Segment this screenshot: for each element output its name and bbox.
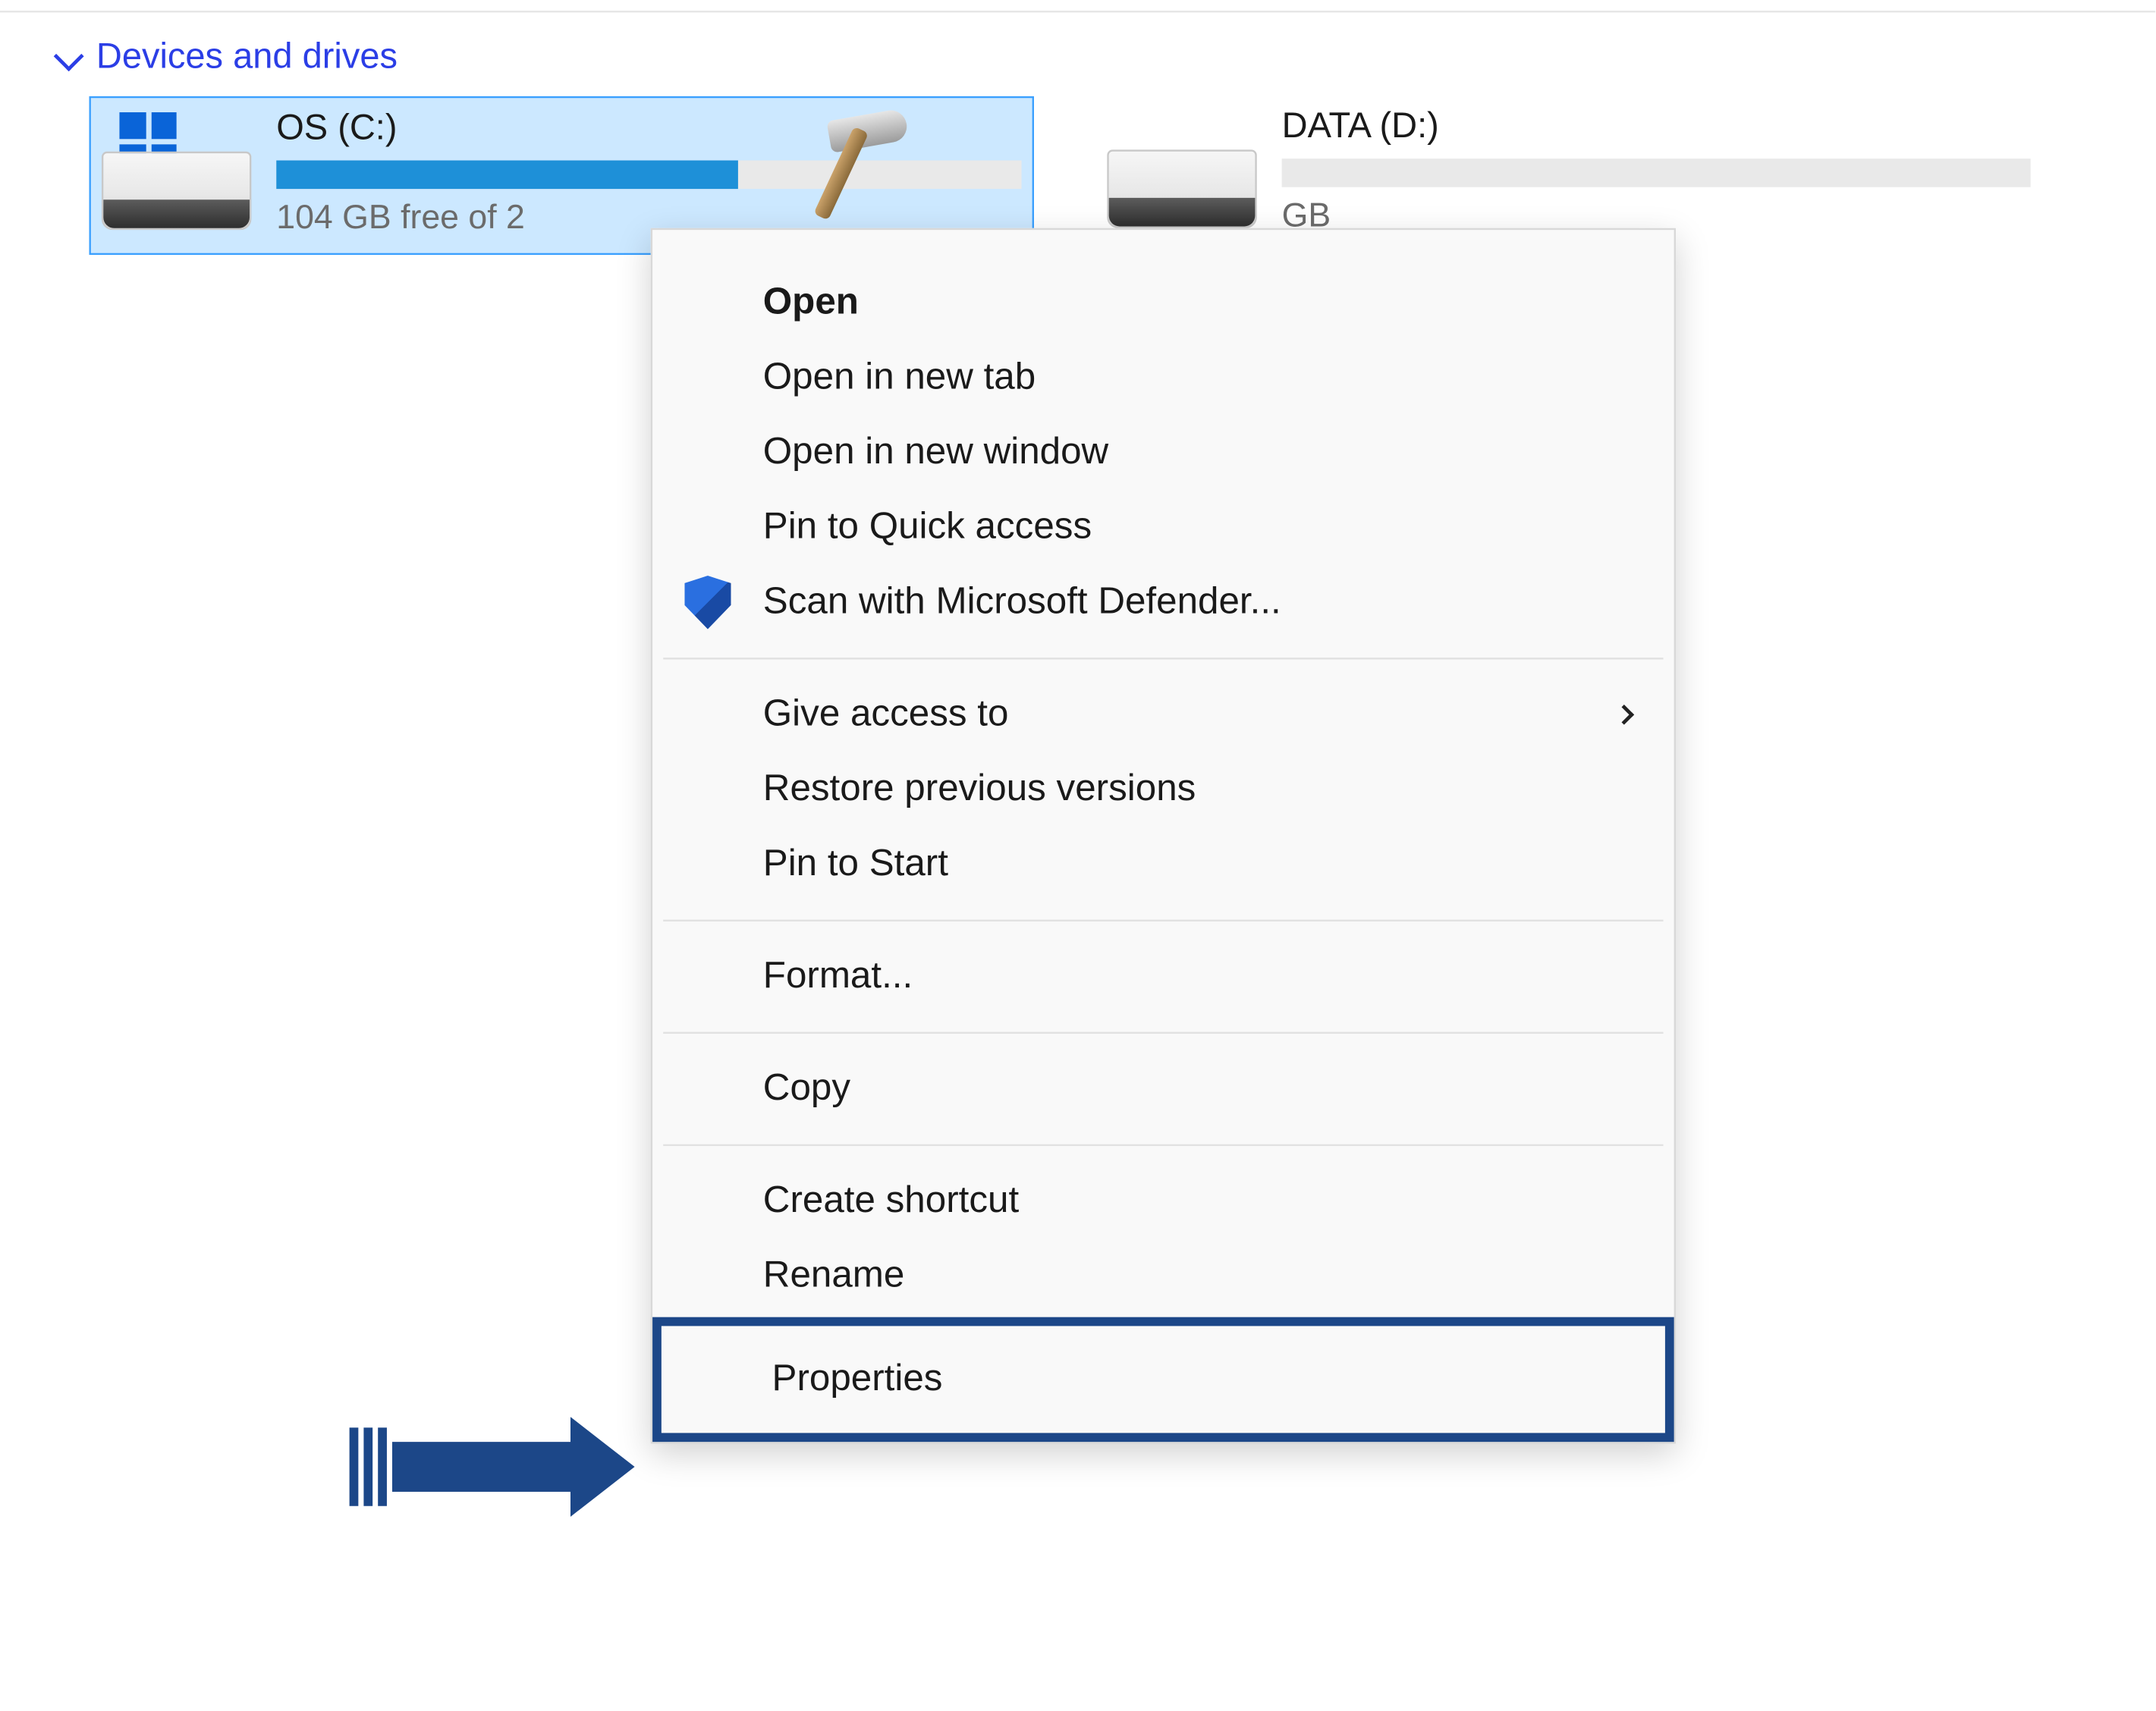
menu-label: Copy [763,1068,850,1110]
menu-format[interactable]: Format... [652,939,1674,1014]
drive-icon [1107,107,1256,228]
disk-led-icon [1127,207,1139,219]
menu-label: Properties [772,1358,943,1401]
drive-context-menu: Open Open in new tab Open in new window … [651,228,1676,1444]
menu-give-access-to[interactable]: Give access to [652,677,1674,752]
menu-copy[interactable]: Copy [652,1052,1674,1127]
menu-label: Pin to Start [763,843,948,886]
menu-label: Pin to Quick access [763,506,1092,548]
menu-label: Format... [763,956,913,998]
capacity-fill [276,160,738,189]
menu-open-new-window[interactable]: Open in new window [652,416,1674,491]
drive-label: DATA (D:) [1282,107,2031,148]
disk-shell-icon [1107,149,1256,228]
menu-label: Restore previous versions [763,768,1196,811]
submenu-chevron-icon [1614,705,1635,725]
menu-label: Rename [763,1254,905,1297]
menu-label: Scan with Microsoft Defender... [763,581,1281,623]
menu-rename[interactable]: Rename [652,1239,1674,1314]
menu-pin-quick-access[interactable]: Pin to Quick access [652,490,1674,565]
menu-label: Open in new tab [763,356,1036,399]
menu-restore-previous-versions[interactable]: Restore previous versions [652,752,1674,827]
chevron-down-icon [54,40,84,71]
disk-shell-icon [102,152,251,230]
menu-separator [663,920,1663,921]
menu-properties[interactable]: Properties [652,1317,1674,1443]
menu-separator [663,658,1663,659]
defender-shield-icon [681,576,735,629]
disk-led-icon [121,209,134,221]
menu-separator [663,1032,1663,1034]
section-devices-and-drives[interactable]: Devices and drives [0,12,2155,96]
menu-open-new-tab[interactable]: Open in new tab [652,341,1674,416]
section-title: Devices and drives [96,37,398,78]
drive-icon [102,108,251,230]
hammer-icon [801,101,946,246]
annotation-arrow-icon [350,1417,635,1517]
menu-scan-defender[interactable]: Scan with Microsoft Defender... [652,565,1674,640]
capacity-bar [1282,159,2031,187]
menu-separator [663,1144,1663,1146]
menu-label: Create shortcut [763,1180,1019,1223]
menu-label: Give access to [763,693,1009,736]
menu-label: Open [763,281,859,324]
menu-pin-to-start[interactable]: Pin to Start [652,827,1674,902]
menu-create-shortcut[interactable]: Create shortcut [652,1164,1674,1239]
menu-open[interactable]: Open [652,265,1674,341]
menu-label: Open in new window [763,432,1108,474]
